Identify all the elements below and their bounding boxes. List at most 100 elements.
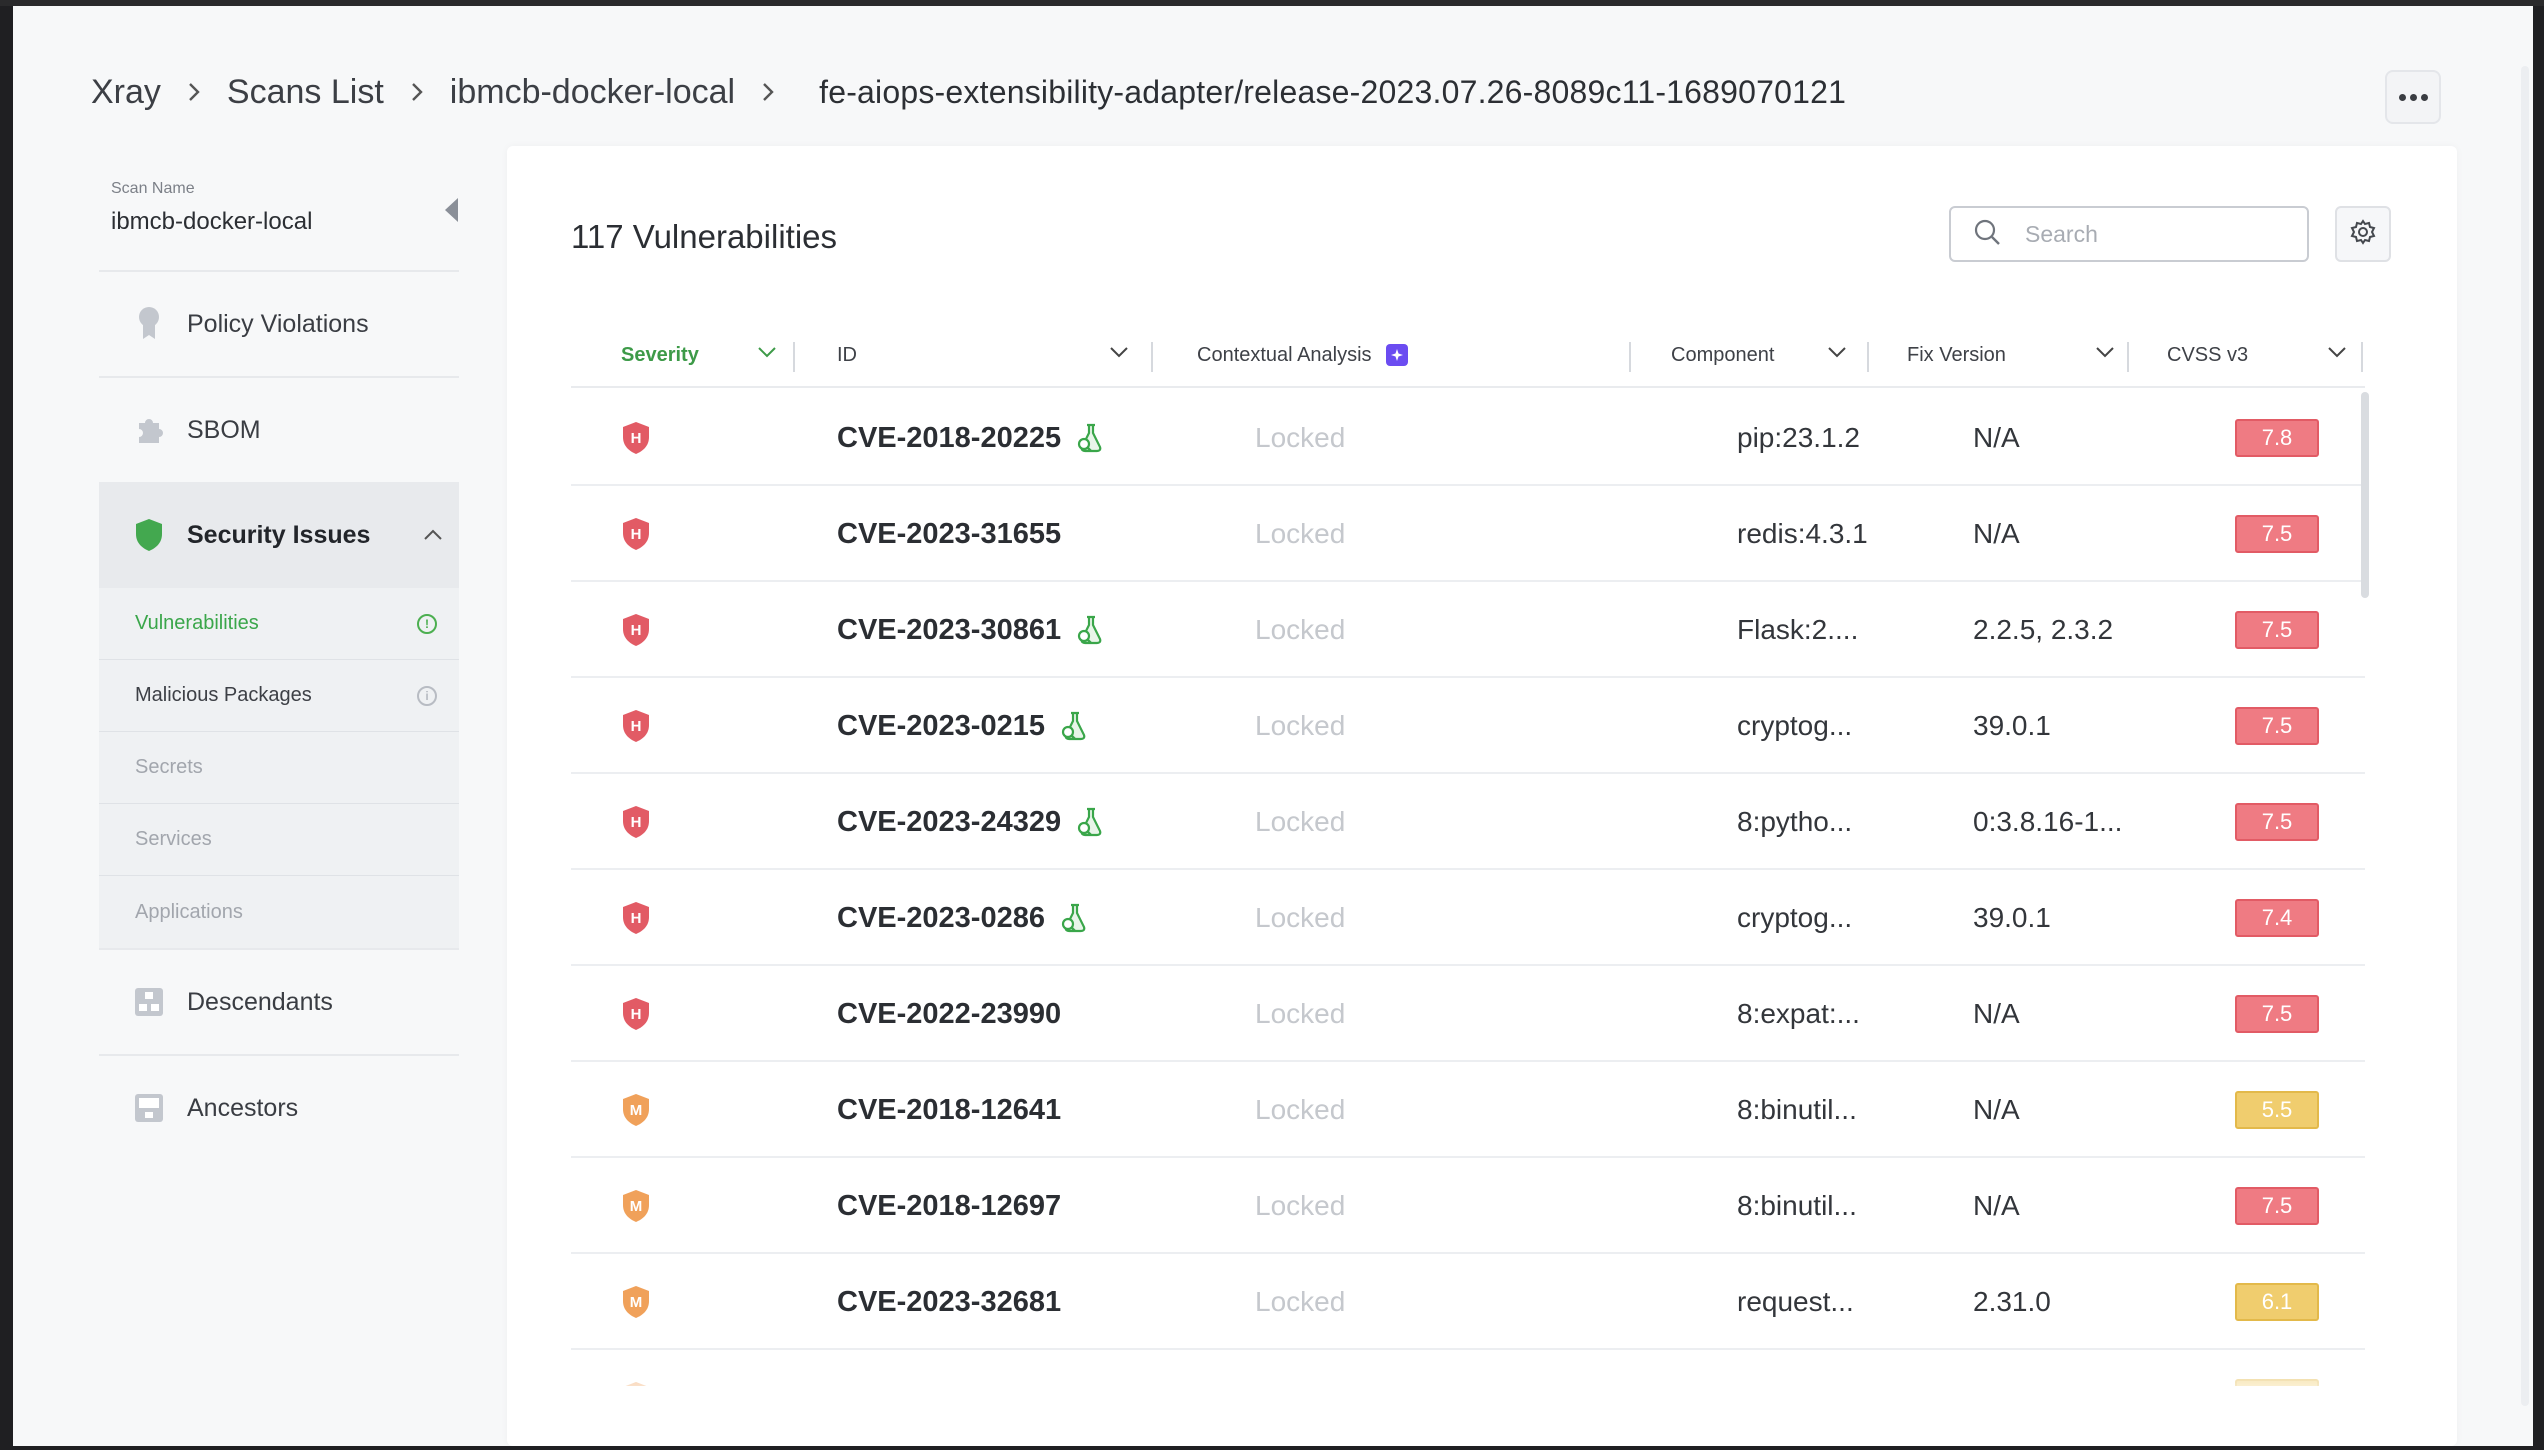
contextual-analysis-status: Locked — [1255, 518, 1346, 549]
contextual-analysis-badge-icon — [1385, 344, 1408, 366]
breadcrumb-xray[interactable]: Xray — [91, 73, 161, 112]
cvss-cell: 7.5 — [2235, 678, 2319, 774]
column-id[interactable]: ID — [837, 322, 1137, 388]
column-divider[interactable] — [1867, 342, 1869, 372]
research-flask-icon[interactable] — [1061, 903, 1089, 933]
component-name[interactable]: Flask:2.... — [1737, 582, 1858, 678]
contextual-analysis-status: Locked — [1255, 1094, 1346, 1125]
severity-letter: M — [630, 1102, 643, 1119]
column-divider[interactable] — [793, 342, 795, 372]
cve-id-text: CVE-2023-32681 — [837, 1285, 1062, 1318]
table-row[interactable]: H CVE-2023-24329 Locked 8:pytho... 0:3.8.16-… — [571, 774, 2365, 870]
cve-id[interactable]: CVE-2023-0215 — [837, 678, 1089, 774]
breadcrumb-repository[interactable]: ibmcb-docker-local — [450, 73, 735, 112]
contextual-analysis-status: Locked — [1255, 422, 1346, 453]
cvss-cell: 7.5 — [2235, 582, 2319, 678]
submenu-services: Services — [99, 804, 459, 876]
severity-high-icon: H — [621, 870, 651, 966]
submenu-vulnerabilities[interactable]: Vulnerabilities ! — [99, 588, 459, 660]
sidebar-item-policy-violations[interactable]: Policy Violations — [99, 270, 459, 376]
research-flask-icon[interactable] — [1077, 807, 1105, 837]
cve-id[interactable]: CVE-2023-24329 — [837, 774, 1105, 870]
table-row[interactable]: M CVE-2018-12641 Locked 8:binutil... N/A 5.5 — [571, 1062, 2365, 1158]
more-options-button[interactable] — [2385, 70, 2441, 124]
cvss-score-badge: 7.4 — [2235, 899, 2319, 937]
cvss-cell: 7.5 — [2235, 966, 2319, 1062]
chevron-down-icon — [2096, 347, 2114, 358]
component-name[interactable]: cryptog... — [1737, 870, 1852, 966]
column-contextual-analysis[interactable]: Contextual Analysis — [1197, 322, 1577, 388]
search-box[interactable] — [1949, 206, 2309, 262]
column-divider[interactable] — [2361, 342, 2363, 372]
cve-id-text: CVE-2023-0286 — [837, 901, 1045, 934]
sidebar-item-descendants[interactable]: Descendants — [99, 948, 459, 1054]
component-name[interactable]: 8:pytho... — [1737, 774, 1852, 870]
sidebar-item-sbom[interactable]: SBOM — [99, 376, 459, 482]
severity-letter: H — [631, 910, 642, 927]
cve-id-text: CVE-2022-23990 — [837, 997, 1062, 1030]
cve-id[interactable]: CVE-2018-12641 — [837, 1062, 1061, 1158]
table-row[interactable]: H CVE-2023-31655 Locked redis:4.3.1 N/A 7.5 — [571, 486, 2365, 582]
cve-id[interactable]: CVE-2018-20225 — [837, 390, 1105, 486]
table-settings-button[interactable] — [2335, 206, 2391, 262]
column-divider[interactable] — [2127, 342, 2129, 372]
cve-id[interactable]: CVE-2022-23990 — [837, 966, 1061, 1062]
table-row[interactable]: H CVE-2023-0286 Locked cryptog... 39.0.1 7.4 — [571, 870, 2365, 966]
table-row[interactable]: H CVE-2023-30861 Locked Flask:2.... 2.2.5, 2… — [571, 582, 2365, 678]
component-name[interactable]: pip:23.1.2 — [1737, 390, 1860, 486]
info-icon[interactable]: ! — [417, 613, 437, 634]
breadcrumb-scans-list[interactable]: Scans List — [227, 73, 384, 112]
cve-id-text: CVE-2018-12641 — [837, 1093, 1062, 1126]
column-fix-version[interactable]: Fix Version — [1907, 322, 2127, 388]
severity-high-icon: H — [621, 390, 651, 486]
submenu-label: Applications — [135, 900, 243, 923]
component-name[interactable]: request... — [1737, 1254, 1854, 1350]
column-severity[interactable]: Severity — [621, 322, 776, 388]
component-name[interactable]: 8:expat:... — [1737, 966, 1860, 1062]
submenu-label: Vulnerabilities — [135, 612, 259, 634]
fix-version: 2.2.5, 2.3.2 — [1973, 614, 2114, 645]
component-name[interactable]: 8:binutil... — [1737, 1158, 1857, 1254]
fix-version: 0:3.8.16-1... — [1973, 806, 2123, 837]
column-label: Contextual Analysis — [1197, 343, 1372, 366]
column-cvss-v3[interactable]: CVSS v3 — [2167, 322, 2347, 388]
table-row[interactable]: H CVE-2022-23990 Locked 8:expat:... N/A 7.5 — [571, 966, 2365, 1062]
cve-id[interactable]: CVE-2018-12697 — [837, 1158, 1061, 1254]
component-name[interactable]: 8:binutil... — [1737, 1062, 1857, 1158]
collapse-sidebar-icon[interactable] — [445, 198, 458, 222]
table-scrollbar[interactable] — [2361, 392, 2369, 598]
severity-letter: H — [631, 526, 642, 543]
sidebar-item-label: Descendants — [187, 987, 333, 1016]
sidebar-item-label: Security Issues — [187, 520, 371, 549]
cve-id[interactable]: CVE-2023-30861 — [837, 582, 1105, 678]
search-input[interactable] — [2025, 220, 2285, 248]
research-flask-icon[interactable] — [1061, 711, 1089, 741]
research-flask-icon[interactable] — [1077, 423, 1105, 453]
cve-id[interactable]: CVE-2023-32681 — [837, 1254, 1061, 1350]
chevron-up-icon[interactable] — [423, 528, 443, 546]
cve-id[interactable]: CVE-2023-31655 — [837, 486, 1061, 582]
cvss-cell: 7.5 — [2235, 486, 2319, 582]
research-flask-icon[interactable] — [1077, 615, 1105, 645]
table-row[interactable]: H CVE-2023-0215 Locked cryptog... 39.0.1 7.5 — [571, 678, 2365, 774]
column-divider[interactable] — [1629, 342, 1631, 372]
cvss-score-badge: 7.8 — [2235, 419, 2319, 457]
column-component[interactable]: Component — [1671, 322, 1871, 388]
component-name[interactable]: cryptog... — [1737, 678, 1852, 774]
sidebar-item-ancestors[interactable]: Ancestors — [99, 1054, 459, 1160]
page-scrollbar[interactable] — [2521, 66, 2529, 1406]
table-row[interactable]: M CVE-2018-12697 Locked 8:binutil... N/A 7.5 — [571, 1158, 2365, 1254]
column-divider[interactable] — [1151, 342, 1153, 372]
sidebar-item-security-issues[interactable]: Security Issues — [99, 482, 459, 588]
submenu-malicious-packages[interactable]: Malicious Packages i — [99, 660, 459, 732]
page-title: 117 Vulnerabilities — [571, 218, 837, 255]
table-row[interactable]: M CVE-2023-32681 Locked request... 2.31.0 6.1 — [571, 1254, 2365, 1350]
severity-letter: H — [631, 1006, 642, 1023]
component-name[interactable]: redis:4.3.1 — [1737, 486, 1868, 582]
info-icon[interactable]: i — [417, 685, 437, 706]
submenu-label: Malicious Packages — [135, 684, 312, 706]
table-row[interactable]: H CVE-2018-20225 Locked pip:23.1.2 N/A 7.8 — [571, 390, 2365, 486]
chevron-right-icon — [761, 81, 775, 103]
cvss-score-badge: 7.5 — [2235, 995, 2319, 1033]
cve-id[interactable]: CVE-2023-0286 — [837, 870, 1089, 966]
